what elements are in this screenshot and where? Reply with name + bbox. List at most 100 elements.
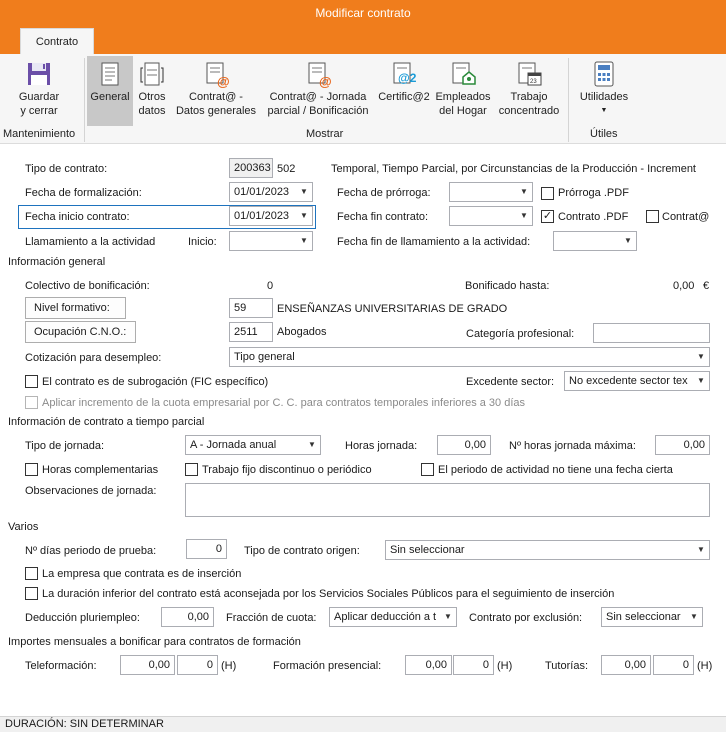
certifica-icon: @2: [393, 62, 417, 85]
cotizacion-select[interactable]: Tipo general ▼: [229, 347, 710, 367]
ocupacion-code[interactable]: 2511: [229, 322, 273, 342]
fecha-inicio-field[interactable]: 01/01/2023 ▼: [229, 206, 313, 226]
exclusion-label: Contrato por exclusión:: [469, 612, 583, 624]
trabajo-label-2: concentrado: [498, 105, 560, 117]
contrata-datos-generales-button[interactable]: @ Contrat@ - Datos generales: [172, 56, 260, 126]
chevron-down-icon[interactable]: ▼: [620, 232, 636, 250]
group-mostrar: Mostrar: [306, 128, 344, 140]
utilidades-button[interactable]: Utilidades ▼: [574, 56, 634, 126]
empleados-hogar-button[interactable]: Empleados del Hogar: [434, 56, 492, 126]
prorroga-pdf-checkbox[interactable]: [541, 187, 554, 200]
tutorias-field[interactable]: 0,00: [601, 655, 651, 675]
svg-text:@: @: [319, 74, 332, 88]
tipo-contrato-code[interactable]: 200363: [229, 158, 273, 178]
presencial-field[interactable]: 0,00: [405, 655, 452, 675]
exclusion-select[interactable]: Sin seleccionar ▼: [601, 607, 703, 627]
teleformacion-field[interactable]: 0,00: [120, 655, 175, 675]
horas-complementarias-checkbox[interactable]: [25, 463, 38, 476]
contrato-origen-select[interactable]: Sin seleccionar ▼: [385, 540, 710, 560]
deduccion-label: Deducción pluriempleo:: [25, 612, 140, 624]
excedente-value: No excedente sector tex: [569, 375, 688, 387]
trabajo-concentrado-button[interactable]: 23 Trabajo concentrado: [494, 56, 564, 126]
chevron-down-icon[interactable]: ▼: [304, 436, 320, 454]
excedente-select[interactable]: No excedente sector tex ▼: [564, 371, 710, 391]
contrata-jornada-label-1: Contrat@ - Jornada: [269, 91, 367, 103]
tipo-contrato-num: 502: [277, 163, 296, 175]
info-general-title: Información general: [8, 256, 106, 268]
fijo-discontinuo-checkbox[interactable]: [185, 463, 198, 476]
tutorias-hours[interactable]: 0: [653, 655, 694, 675]
horas-jornada-field[interactable]: 0,00: [437, 435, 491, 455]
fecha-prorroga-field[interactable]: ▼: [449, 182, 533, 202]
tab-contrato[interactable]: Contrato: [20, 28, 94, 54]
incremento-checkbox[interactable]: [25, 396, 38, 409]
llamamiento-inicio-field[interactable]: ▼: [229, 231, 313, 251]
categoria-field[interactable]: [593, 323, 710, 343]
chevron-down-icon[interactable]: ▼: [296, 183, 312, 201]
contrato-pdf-checkbox[interactable]: ✓: [541, 210, 554, 223]
incremento-label: Aplicar incremento de la cuota empresari…: [42, 397, 526, 409]
bonificado-label: Bonificado hasta:: [465, 280, 550, 292]
observaciones-label: Observaciones de jornada:: [25, 485, 157, 497]
periodo-actividad-label: El periodo de actividad no tiene una fec…: [438, 464, 673, 476]
contrato-origen-value: Sin seleccionar: [390, 544, 465, 556]
chevron-down-icon[interactable]: ▼: [686, 608, 702, 626]
fecha-fin-llamamiento-field[interactable]: ▼: [553, 231, 637, 251]
fecha-formalizacion-field[interactable]: 01/01/2023 ▼: [229, 182, 313, 202]
duracion-inferior-checkbox[interactable]: [25, 587, 38, 600]
chevron-down-icon[interactable]: ▼: [296, 232, 312, 250]
tipo-jornada-select[interactable]: A - Jornada anual ▼: [185, 435, 321, 455]
contrata-jornada-icon: @: [308, 62, 332, 88]
contrata-checkbox[interactable]: [646, 210, 659, 223]
subrogacion-checkbox[interactable]: [25, 375, 38, 388]
ribbon: Guardar y cerrar Mantenimiento General O…: [0, 54, 726, 144]
excedente-label: Excedente sector:: [466, 376, 555, 388]
contrata-jornada-button[interactable]: @ Contrat@ - Jornada parcial / Bonificac…: [262, 56, 374, 126]
ocupacion-cno-button[interactable]: Ocupación C.N.O.:: [25, 321, 136, 343]
chevron-down-icon[interactable]: ▼: [693, 372, 709, 390]
fraccion-value: Aplicar deducción a t: [334, 611, 437, 623]
general-button[interactable]: General: [87, 56, 133, 126]
chevron-down-icon[interactable]: ▼: [516, 183, 532, 201]
certifica-button[interactable]: @2 Certific@2: [375, 56, 433, 126]
chevron-down-icon[interactable]: ▼: [693, 541, 709, 559]
deduccion-field[interactable]: 0,00: [161, 607, 214, 627]
window-title: Modificar contrato: [0, 0, 726, 26]
fraccion-select[interactable]: Aplicar deducción a t ▼: [329, 607, 457, 627]
horas-maxima-field[interactable]: 0,00: [655, 435, 710, 455]
otros-datos-button[interactable]: Otros datos: [134, 56, 170, 126]
teleformacion-label: Teleformación:: [25, 660, 97, 672]
otros-label-1: Otros: [138, 91, 166, 103]
llamamiento-label: Llamamiento a la actividad: [25, 236, 156, 248]
chevron-down-icon[interactable]: ▼: [296, 207, 312, 225]
presencial-hours[interactable]: 0: [453, 655, 494, 675]
otros-label-2: datos: [138, 105, 166, 117]
periodo-actividad-checkbox[interactable]: [421, 463, 434, 476]
insercion-checkbox[interactable]: [25, 567, 38, 580]
empleados-label-1: Empleados: [435, 91, 491, 103]
cotizacion-value: Tipo general: [234, 351, 295, 363]
chevron-down-icon[interactable]: ▼: [693, 348, 709, 366]
status-bar: DURACIÓN: SIN DETERMINAR: [0, 716, 726, 732]
periodo-prueba-field[interactable]: 0: [186, 539, 227, 559]
group-utiles: Útiles: [590, 128, 618, 140]
teleformacion-hours[interactable]: 0: [177, 655, 218, 675]
bonificado-unit: €: [703, 280, 710, 292]
chevron-down-icon[interactable]: ▼: [440, 608, 456, 626]
tutorias-unit: (H): [697, 660, 713, 672]
nivel-formativo-code[interactable]: 59: [229, 298, 273, 318]
fecha-fin-field[interactable]: ▼: [449, 206, 533, 226]
varios-title: Varios: [8, 521, 39, 533]
calculator-icon: [594, 61, 614, 87]
teleformacion-unit: (H): [221, 660, 237, 672]
chevron-down-icon: ▼: [600, 107, 608, 114]
cotizacion-label: Cotización para desempleo:: [25, 352, 162, 364]
tipo-jornada-value: A - Jornada anual: [190, 439, 277, 451]
observaciones-field[interactable]: [185, 483, 710, 517]
chevron-down-icon[interactable]: ▼: [516, 207, 532, 225]
guardar-cerrar-button[interactable]: Guardar y cerrar: [14, 56, 64, 126]
contrato-pdf-label: Contrato .PDF: [558, 211, 629, 223]
nivel-formativo-button[interactable]: Nivel formativo:: [25, 297, 126, 319]
ribbon-separator: [568, 58, 569, 142]
save-icon: [28, 63, 50, 85]
